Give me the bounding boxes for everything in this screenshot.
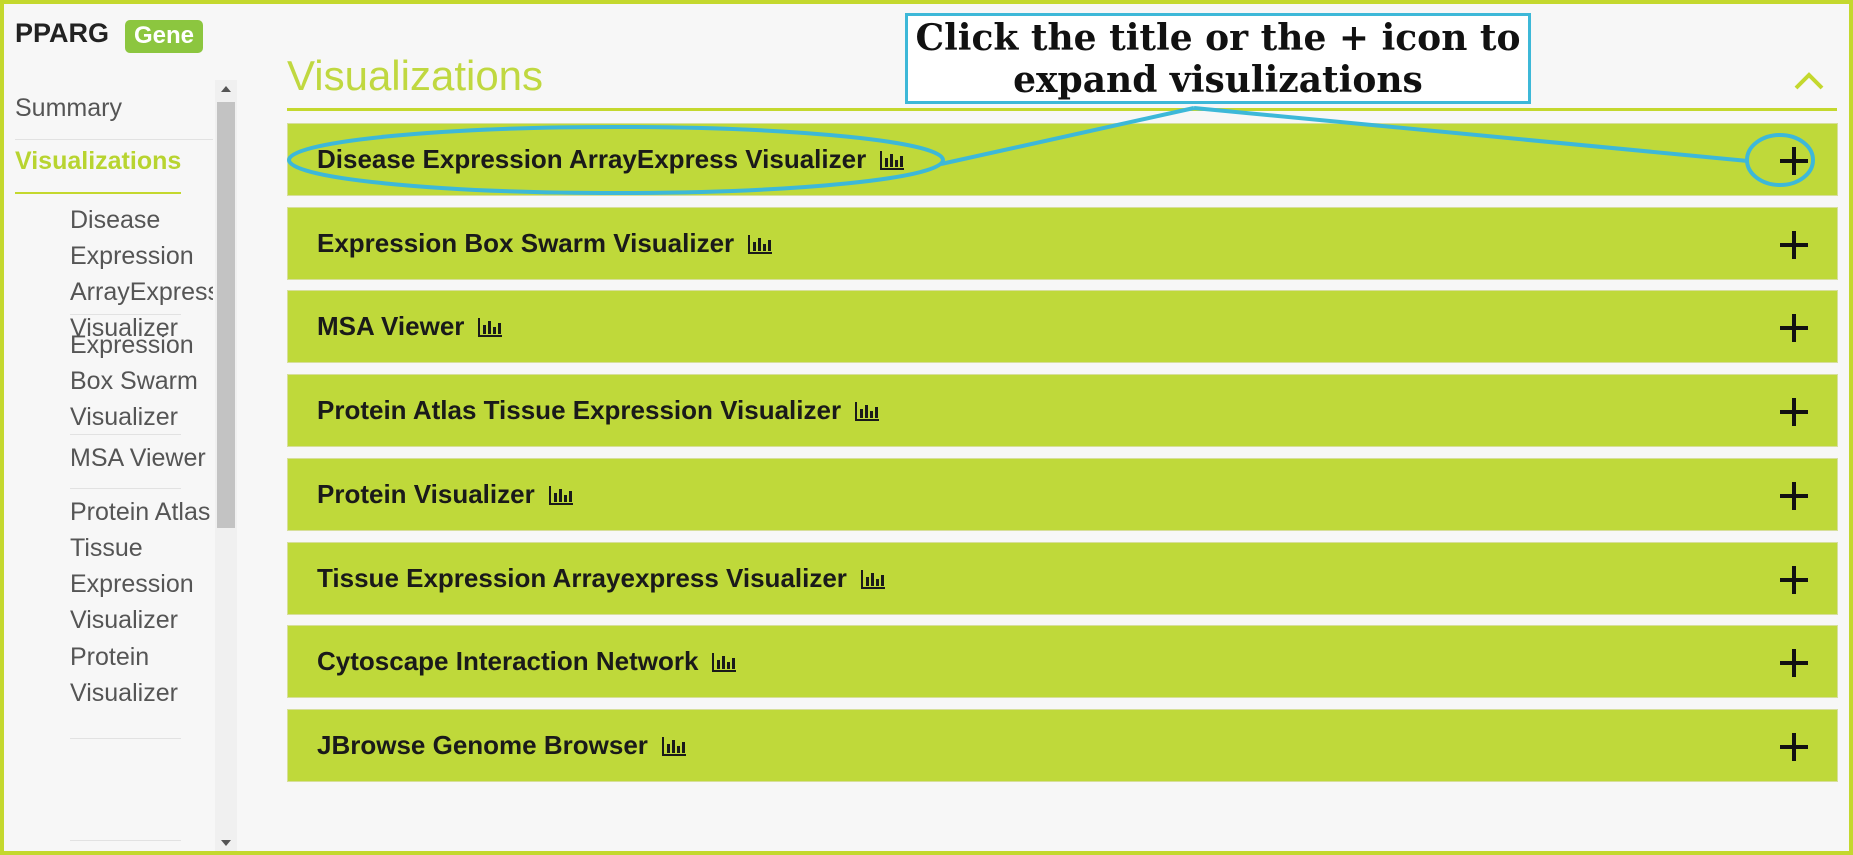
bar-chart-icon bbox=[712, 652, 737, 672]
panel-title[interactable]: Expression Box Swarm Visualizer bbox=[317, 208, 773, 279]
visualization-panel[interactable]: MSA Viewer bbox=[287, 290, 1838, 363]
bar-chart-icon bbox=[748, 234, 773, 254]
callout-text-line-2: expand visulizations bbox=[1013, 58, 1423, 101]
panel-title-label: Protein Atlas Tissue Expression Visualiz… bbox=[317, 395, 842, 425]
plus-expand-icon[interactable] bbox=[1778, 396, 1810, 428]
panel-title[interactable]: Cytoscape Interaction Network bbox=[317, 626, 737, 697]
panel-title-label: Cytoscape Interaction Network bbox=[317, 646, 699, 676]
nav-divider bbox=[70, 434, 181, 435]
sidebar-subitem-disease-expression[interactable]: Disease Expression ArrayExpress Visualiz… bbox=[70, 202, 213, 346]
gene-symbol: PPARG bbox=[15, 18, 110, 48]
nav-active-divider bbox=[15, 192, 181, 194]
plus-expand-icon[interactable] bbox=[1778, 480, 1810, 512]
sidebar-subitem-protein-visualizer[interactable]: Protein Visualizer bbox=[70, 639, 213, 711]
bar-chart-icon bbox=[860, 569, 885, 589]
bar-chart-icon bbox=[478, 317, 503, 337]
sidebar-item-summary[interactable]: Summary bbox=[15, 94, 213, 123]
panel-title[interactable]: JBrowse Genome Browser bbox=[317, 710, 687, 781]
sidebar: PPARG Gene Summary Visualizations Diseas… bbox=[4, 4, 244, 851]
plus-expand-icon[interactable] bbox=[1778, 564, 1810, 596]
visualization-panel[interactable]: Tissue Expression Arrayexpress Visualize… bbox=[287, 542, 1838, 615]
scroll-down-arrow-icon[interactable] bbox=[215, 834, 237, 851]
sidebar-subitem-expression-box-swarm[interactable]: Expression Box Swarm Visualizer bbox=[70, 327, 213, 435]
section-title-rule bbox=[287, 108, 1837, 111]
page-frame: PPARG Gene Summary Visualizations Diseas… bbox=[0, 0, 1853, 855]
visualization-panel[interactable]: Cytoscape Interaction Network bbox=[287, 625, 1838, 698]
scroll-up-arrow-icon[interactable] bbox=[215, 80, 237, 98]
visualization-panel[interactable]: Protein Visualizer bbox=[287, 458, 1838, 531]
section-title[interactable]: Visualizations bbox=[287, 52, 543, 100]
panel-title[interactable]: Disease Expression ArrayExpress Visualiz… bbox=[317, 124, 905, 195]
callout-box: Click the title or the + icon to expand … bbox=[905, 13, 1531, 104]
panel-title[interactable]: Protein Visualizer bbox=[317, 459, 574, 530]
plus-expand-icon[interactable] bbox=[1778, 229, 1810, 261]
panel-title-label: Protein Visualizer bbox=[317, 479, 535, 509]
nav-divider bbox=[70, 488, 181, 489]
sidebar-subitem-protein-atlas[interactable]: Protein Atlas Tissue Expression Visualiz… bbox=[70, 494, 213, 638]
plus-expand-icon[interactable] bbox=[1778, 145, 1810, 177]
visualization-panel[interactable]: JBrowse Genome Browser bbox=[287, 709, 1838, 782]
scrollbar-thumb[interactable] bbox=[217, 102, 235, 528]
panel-title[interactable]: MSA Viewer bbox=[317, 291, 503, 362]
plus-expand-icon[interactable] bbox=[1778, 312, 1810, 344]
sidebar-nav: Summary Visualizations Disease Expressio… bbox=[15, 82, 213, 851]
sidebar-subitem-msa-viewer[interactable]: MSA Viewer bbox=[70, 440, 213, 476]
visualization-panel[interactable]: Disease Expression ArrayExpress Visualiz… bbox=[287, 123, 1838, 196]
callout-text-line-1: Click the title or the + icon to bbox=[915, 16, 1521, 59]
plus-expand-icon[interactable] bbox=[1778, 731, 1810, 763]
nav-divider bbox=[70, 314, 181, 315]
bar-chart-icon bbox=[855, 401, 880, 421]
chevron-up-icon[interactable] bbox=[1792, 66, 1826, 94]
bar-chart-icon bbox=[548, 485, 573, 505]
panel-title[interactable]: Tissue Expression Arrayexpress Visualize… bbox=[317, 543, 886, 614]
panel-title[interactable]: Protein Atlas Tissue Expression Visualiz… bbox=[317, 375, 880, 446]
nav-divider bbox=[70, 840, 181, 841]
bar-chart-icon bbox=[880, 150, 905, 170]
visualization-panel[interactable]: Protein Atlas Tissue Expression Visualiz… bbox=[287, 374, 1838, 447]
sidebar-item-visualizations[interactable]: Visualizations bbox=[15, 131, 213, 176]
sidebar-scrollbar[interactable] bbox=[215, 80, 237, 851]
panel-title-label: JBrowse Genome Browser bbox=[317, 730, 648, 760]
panel-title-label: MSA Viewer bbox=[317, 311, 465, 341]
nav-divider bbox=[70, 738, 181, 739]
plus-expand-icon[interactable] bbox=[1778, 647, 1810, 679]
bar-chart-icon bbox=[661, 736, 686, 756]
panel-title-label: Disease Expression ArrayExpress Visualiz… bbox=[317, 144, 867, 174]
panel-title-label: Tissue Expression Arrayexpress Visualize… bbox=[317, 563, 847, 593]
visualization-panel[interactable]: Expression Box Swarm Visualizer bbox=[287, 207, 1838, 280]
panel-title-label: Expression Box Swarm Visualizer bbox=[317, 228, 735, 258]
gene-type-badge: Gene bbox=[125, 20, 204, 53]
